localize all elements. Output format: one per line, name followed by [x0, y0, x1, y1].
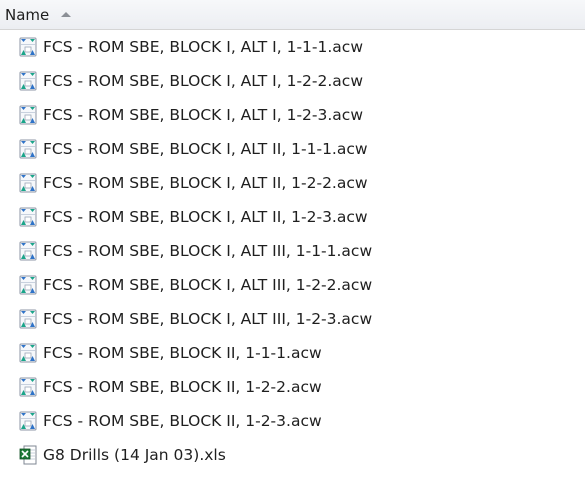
sort-ascending-icon: [61, 11, 72, 17]
file-name: FCS - ROM SBE, BLOCK II, 1-1-1.acw: [43, 344, 322, 362]
file-rows: FCS - ROM SBE, BLOCK I, ALT I, 1-1-1.acw…: [0, 30, 585, 472]
column-header: Name: [0, 0, 585, 30]
file-row[interactable]: FCS - ROM SBE, BLOCK I, ALT II, 1-2-2.ac…: [0, 166, 585, 200]
file-name: FCS - ROM SBE, BLOCK I, ALT II, 1-2-2.ac…: [43, 174, 368, 192]
acw-file-icon: [19, 173, 37, 193]
file-name: FCS - ROM SBE, BLOCK I, ALT I, 1-1-1.acw: [43, 38, 363, 56]
acw-file-icon: [19, 71, 37, 91]
file-name: FCS - ROM SBE, BLOCK I, ALT II, 1-2-3.ac…: [43, 208, 368, 226]
acw-file-icon: [19, 343, 37, 363]
acw-file-icon: [19, 37, 37, 57]
name-column-label: Name: [5, 6, 50, 24]
file-name: FCS - ROM SBE, BLOCK I, ALT II, 1-1-1.ac…: [43, 140, 368, 158]
file-name: FCS - ROM SBE, BLOCK II, 1-2-3.acw: [43, 412, 322, 430]
file-row[interactable]: FCS - ROM SBE, BLOCK I, ALT III, 1-2-2.a…: [0, 268, 585, 302]
acw-file-icon: [19, 275, 37, 295]
file-name: FCS - ROM SBE, BLOCK I, ALT I, 1-2-2.acw: [43, 72, 363, 90]
file-row[interactable]: FCS - ROM SBE, BLOCK II, 1-2-3.acw: [0, 404, 585, 438]
file-row[interactable]: FCS - ROM SBE, BLOCK I, ALT II, 1-1-1.ac…: [0, 132, 585, 166]
file-name: FCS - ROM SBE, BLOCK I, ALT III, 1-1-1.a…: [43, 242, 373, 260]
file-row[interactable]: FCS - ROM SBE, BLOCK I, ALT I, 1-1-1.acw: [0, 30, 585, 64]
name-column-header[interactable]: Name: [0, 0, 585, 30]
file-name: FCS - ROM SBE, BLOCK I, ALT III, 1-2-3.a…: [43, 310, 373, 328]
file-name: FCS - ROM SBE, BLOCK II, 1-2-2.acw: [43, 378, 322, 396]
file-row[interactable]: FCS - ROM SBE, BLOCK I, ALT III, 1-2-3.a…: [0, 302, 585, 336]
file-row[interactable]: FCS - ROM SBE, BLOCK II, 1-1-1.acw: [0, 336, 585, 370]
file-row[interactable]: G8 Drills (14 Jan 03).xls: [0, 438, 585, 472]
file-name: G8 Drills (14 Jan 03).xls: [43, 446, 226, 464]
acw-file-icon: [19, 309, 37, 329]
excel-file-icon: [19, 445, 37, 465]
acw-file-icon: [19, 105, 37, 125]
file-name: FCS - ROM SBE, BLOCK I, ALT III, 1-2-2.a…: [43, 276, 373, 294]
acw-file-icon: [19, 377, 37, 397]
file-row[interactable]: FCS - ROM SBE, BLOCK II, 1-2-2.acw: [0, 370, 585, 404]
file-row[interactable]: FCS - ROM SBE, BLOCK I, ALT III, 1-1-1.a…: [0, 234, 585, 268]
acw-file-icon: [19, 241, 37, 261]
acw-file-icon: [19, 139, 37, 159]
file-row[interactable]: FCS - ROM SBE, BLOCK I, ALT I, 1-2-3.acw: [0, 98, 585, 132]
acw-file-icon: [19, 207, 37, 227]
file-row[interactable]: FCS - ROM SBE, BLOCK I, ALT II, 1-2-3.ac…: [0, 200, 585, 234]
file-name: FCS - ROM SBE, BLOCK I, ALT I, 1-2-3.acw: [43, 106, 363, 124]
acw-file-icon: [19, 411, 37, 431]
file-list: Name FCS - ROM SBE, BLOCK I, ALT I, 1-1-…: [0, 0, 585, 485]
file-row[interactable]: FCS - ROM SBE, BLOCK I, ALT I, 1-2-2.acw: [0, 64, 585, 98]
